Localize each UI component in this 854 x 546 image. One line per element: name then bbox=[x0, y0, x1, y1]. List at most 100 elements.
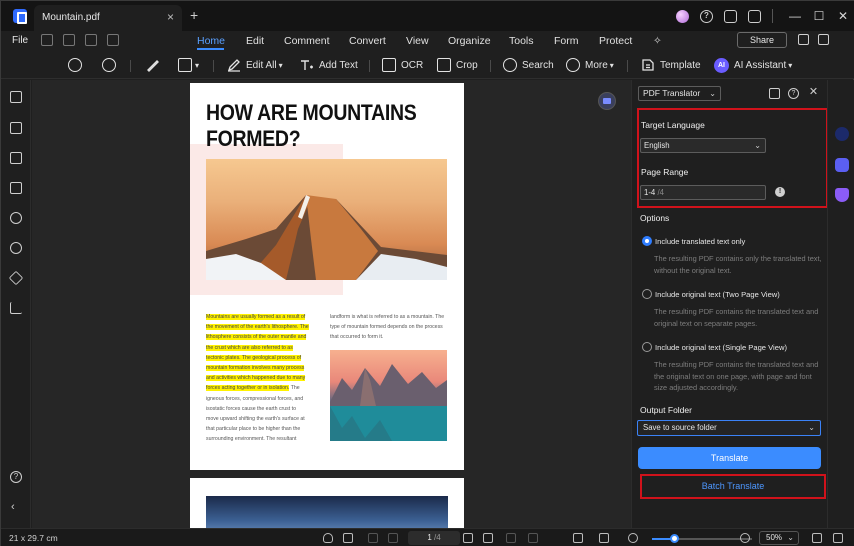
zoom-level-select[interactable]: 50% ⌄ bbox=[759, 531, 799, 545]
shape-tool[interactable]: ▾ bbox=[178, 56, 199, 74]
cloud-upload-icon[interactable] bbox=[798, 34, 809, 45]
print-icon[interactable] bbox=[63, 34, 75, 46]
menu-home[interactable]: Home bbox=[197, 35, 225, 47]
document-tab[interactable]: Mountain.pdf × bbox=[34, 5, 182, 31]
night-sky-image bbox=[206, 496, 448, 528]
target-language-select[interactable]: English ⌄ bbox=[640, 138, 766, 153]
search-tool[interactable]: Search bbox=[503, 56, 554, 74]
zoom-in-icon[interactable] bbox=[740, 533, 750, 543]
option3-radio[interactable] bbox=[642, 342, 652, 352]
option2-description: The resulting PDF contains the translate… bbox=[654, 307, 819, 328]
share-button[interactable]: Share bbox=[737, 32, 787, 48]
help-icon[interactable]: ? bbox=[700, 9, 713, 23]
collapse-icon[interactable]: ‹ bbox=[11, 501, 15, 513]
ai-assistant-tool[interactable]: AI AI Assistant ▾ bbox=[714, 56, 792, 74]
zoom-slider[interactable] bbox=[652, 534, 752, 543]
crop-tool[interactable]: Crop bbox=[437, 56, 478, 74]
next-page-icon[interactable] bbox=[463, 533, 473, 543]
view-mode-icon[interactable] bbox=[599, 533, 609, 543]
menu-view[interactable]: View bbox=[406, 35, 429, 47]
option3-label[interactable]: Include original text (Single Page View) bbox=[655, 343, 787, 352]
close-button[interactable]: ✕ bbox=[831, 9, 854, 23]
search-icon[interactable] bbox=[10, 242, 22, 254]
pdf-page-1[interactable]: HOW ARE MOUNTAINS FORMED? Mountains are … bbox=[190, 83, 464, 470]
expand-icon[interactable] bbox=[818, 34, 829, 45]
select-tool-icon[interactable] bbox=[343, 533, 353, 543]
document-viewer[interactable]: HOW ARE MOUNTAINS FORMED? Mountains are … bbox=[32, 80, 631, 528]
close-panel-icon[interactable]: ✕ bbox=[808, 87, 819, 99]
maximize-button[interactable]: ☐ bbox=[807, 9, 831, 23]
redo-icon[interactable] bbox=[107, 34, 119, 46]
signature-icon[interactable] bbox=[10, 302, 22, 314]
ai-chat-icon[interactable] bbox=[835, 127, 849, 141]
menu-organize[interactable]: Organize bbox=[448, 35, 491, 47]
fit-width-icon[interactable] bbox=[812, 533, 822, 543]
output-folder-select[interactable]: Save to source folder ⌄ bbox=[637, 420, 821, 436]
page-number-input[interactable]: 1 /4 bbox=[408, 531, 460, 545]
message-icon[interactable] bbox=[724, 9, 737, 23]
batch-translate-button[interactable]: Batch Translate bbox=[642, 476, 824, 497]
zoom-out-icon[interactable] bbox=[628, 533, 638, 543]
zoom-in-tool[interactable] bbox=[102, 56, 121, 74]
translate-icon[interactable] bbox=[835, 158, 849, 172]
fullscreen-icon[interactable] bbox=[833, 533, 843, 543]
more-tool[interactable]: More ▾ bbox=[566, 56, 614, 74]
fit-page-icon[interactable] bbox=[506, 533, 516, 543]
new-tab-icon[interactable]: + bbox=[190, 8, 198, 22]
export-icon[interactable] bbox=[769, 88, 780, 99]
previous-page-icon[interactable] bbox=[388, 533, 398, 543]
crop-icon bbox=[437, 58, 451, 72]
app-logo-icon[interactable] bbox=[13, 9, 27, 24]
menu-convert[interactable]: Convert bbox=[349, 35, 386, 47]
floating-ai-button[interactable] bbox=[598, 92, 616, 110]
menu-edit[interactable]: Edit bbox=[246, 35, 264, 47]
ocr-tool[interactable]: OCR bbox=[382, 56, 423, 74]
option1-radio[interactable] bbox=[642, 236, 652, 246]
highlight-tool[interactable] bbox=[146, 56, 165, 74]
page-range-total: /4 bbox=[657, 188, 664, 197]
hand-tool-icon[interactable] bbox=[323, 533, 333, 543]
comment-icon[interactable] bbox=[10, 152, 22, 164]
page-icon[interactable] bbox=[10, 91, 22, 103]
attachment-icon[interactable] bbox=[10, 212, 22, 224]
more-dots-icon bbox=[566, 58, 580, 72]
thumbnails-icon[interactable] bbox=[10, 182, 22, 194]
option2-label[interactable]: Include original text (Two Page View) bbox=[655, 290, 780, 299]
edit-all-tool[interactable]: Edit All ▾ bbox=[227, 56, 283, 74]
bookmark-icon[interactable] bbox=[10, 122, 22, 134]
menu-tools[interactable]: Tools bbox=[509, 35, 534, 47]
first-page-icon[interactable] bbox=[368, 533, 378, 543]
protect-icon[interactable] bbox=[835, 188, 849, 202]
menu-file[interactable]: File bbox=[12, 35, 28, 46]
page-layout-icon[interactable] bbox=[573, 533, 583, 543]
tool-selector[interactable]: PDF Translator ⌄ bbox=[638, 86, 721, 101]
last-page-icon[interactable] bbox=[483, 533, 493, 543]
undo-icon[interactable] bbox=[85, 34, 97, 46]
help-icon[interactable]: ? bbox=[788, 88, 799, 99]
option2-radio[interactable] bbox=[642, 289, 652, 299]
zoom-out-tool[interactable] bbox=[68, 56, 87, 74]
layers-icon[interactable] bbox=[8, 270, 24, 286]
zoom-slider-handle[interactable] bbox=[670, 534, 679, 543]
lightbulb-icon[interactable]: ✧ bbox=[653, 35, 662, 47]
page-size: 21 x 29.7 cm bbox=[9, 533, 58, 543]
option1-label[interactable]: Include translated text only bbox=[655, 237, 745, 246]
menu-protect[interactable]: Protect bbox=[599, 35, 632, 47]
minimize-button[interactable]: — bbox=[783, 9, 807, 23]
tab-title: Mountain.pdf bbox=[42, 12, 100, 23]
menu-form[interactable]: Form bbox=[554, 35, 579, 47]
page-range-value: 1-4 bbox=[644, 188, 656, 197]
page-range-input[interactable]: 1-4 /4 bbox=[640, 185, 766, 200]
info-icon[interactable]: ! bbox=[775, 187, 785, 197]
avatar[interactable] bbox=[676, 9, 689, 23]
menu-icon[interactable] bbox=[748, 9, 761, 23]
menu-comment[interactable]: Comment bbox=[284, 35, 330, 47]
template-tool[interactable]: Template bbox=[641, 56, 701, 74]
pdf-page-2[interactable] bbox=[190, 478, 464, 528]
rotate-icon[interactable] bbox=[528, 533, 538, 543]
help-icon[interactable]: ? bbox=[10, 471, 22, 483]
add-text-tool[interactable]: Add Text bbox=[300, 56, 358, 74]
tab-close-icon[interactable]: × bbox=[167, 11, 174, 23]
save-icon[interactable] bbox=[41, 34, 53, 46]
translate-button[interactable]: Translate bbox=[638, 447, 821, 469]
